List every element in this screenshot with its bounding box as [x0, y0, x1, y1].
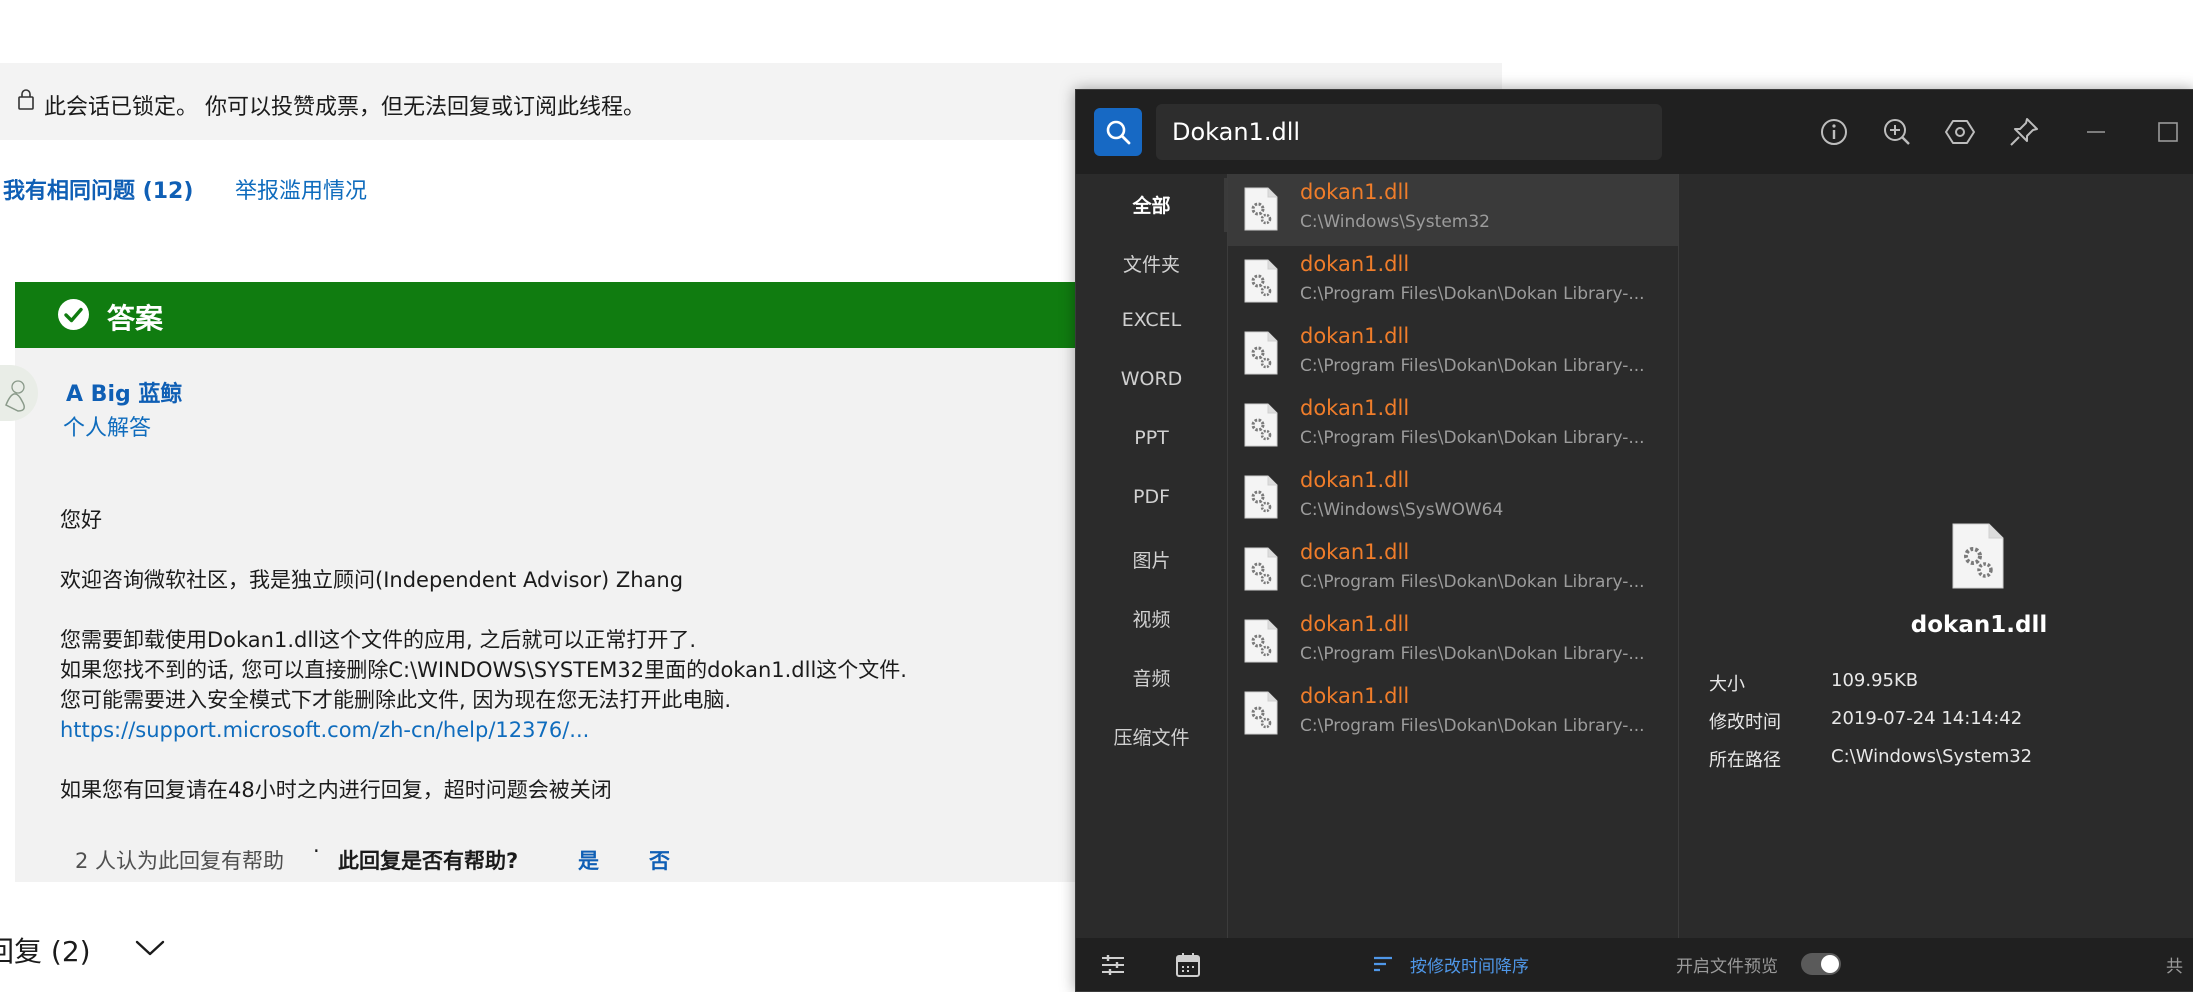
reply-line: 如果您找不到的话, 您可以直接删除C:\WINDOWS\SYSTEM32里面的d…: [60, 658, 907, 682]
list-item[interactable]: dokan1.dll C:\Windows\SysWOW64: [1228, 462, 1678, 534]
list-item[interactable]: dokan1.dll C:\Program Files\Dokan\Dokan …: [1228, 318, 1678, 390]
list-item[interactable]: dokan1.dll C:\Program Files\Dokan\Dokan …: [1228, 534, 1678, 606]
search-icon: [1106, 120, 1131, 145]
modified-label: 修改时间: [1709, 712, 1781, 733]
search-input[interactable]: Dokan1.dll: [1156, 104, 1662, 160]
result-name: dokan1.dll: [1300, 396, 1410, 420]
calendar-icon[interactable]: [1173, 950, 1203, 980]
result-name: dokan1.dll: [1300, 252, 1410, 276]
dll-file-icon: [1244, 475, 1278, 519]
preview-pane: dokan1.dll 大小 109.95KB 修改时间 2019-07-24 1…: [1679, 174, 2193, 938]
result-path: C:\Program Files\Dokan\Dokan Library-...: [1300, 572, 1645, 592]
file-search-window: Dokan1.dll 全部 文件夹 EXCEL WORD PPT PDF 图片 …: [1075, 89, 2193, 992]
preview-file-name: dokan1.dll: [1910, 612, 2048, 638]
preview-toggle[interactable]: [1801, 953, 1841, 975]
category-folder[interactable]: 文件夹: [1076, 250, 1227, 277]
list-item[interactable]: dokan1.dll C:\Program Files\Dokan\Dokan …: [1228, 246, 1678, 318]
helpful-question: 此回复是否有帮助?: [338, 849, 519, 873]
replies-heading[interactable]: 回复 (2): [0, 930, 91, 970]
size-label: 大小: [1709, 674, 1745, 695]
report-abuse-link[interactable]: 举报滥用情况: [235, 173, 367, 205]
result-name: dokan1.dll: [1300, 324, 1410, 348]
category-all[interactable]: 全部: [1076, 191, 1227, 218]
separator-dot: ·: [313, 839, 320, 863]
minimize-icon[interactable]: [2080, 116, 2112, 148]
category-sidebar: 全部 文件夹 EXCEL WORD PPT PDF 图片 视频 音频 压缩文件: [1076, 174, 1228, 938]
result-path: C:\Windows\SysWOW64: [1300, 500, 1504, 520]
list-item[interactable]: dokan1.dll C:\Windows\System32: [1228, 174, 1678, 246]
category-excel[interactable]: EXCEL: [1076, 309, 1227, 331]
maximize-icon[interactable]: [2152, 116, 2184, 148]
category-archive[interactable]: 压缩文件: [1076, 723, 1227, 750]
helpful-count: 2 人认为此回复有帮助: [75, 849, 285, 873]
search-button[interactable]: [1094, 108, 1142, 156]
dll-file-icon: [1244, 331, 1278, 375]
dll-file-icon: [1244, 547, 1278, 591]
dll-file-icon: [1244, 619, 1278, 663]
locked-thread-text: 此会话已锁定。 你可以投赞成票，但无法回复或订阅此线程。: [44, 95, 645, 120]
result-path: C:\Program Files\Dokan\Dokan Library-...: [1300, 716, 1645, 736]
dll-file-icon: [1244, 259, 1278, 303]
reply-line: 您可能需要进入安全模式下才能删除此文件, 因为现在您无法打开此电脑.: [60, 688, 732, 712]
result-name: dokan1.dll: [1300, 612, 1410, 636]
list-item[interactable]: dokan1.dll C:\Program Files\Dokan\Dokan …: [1228, 606, 1678, 678]
reply-line: 如果您有回复请在48小时之内进行回复，超时问题会被关闭: [60, 778, 612, 802]
result-path: C:\Program Files\Dokan\Dokan Library-...: [1300, 428, 1645, 448]
path-label: 所在路径: [1709, 750, 1781, 771]
helpful-no-button[interactable]: 否: [649, 845, 670, 875]
modified-value: 2019-07-24 14:14:42: [1831, 708, 2023, 729]
answer-title: 答案: [107, 302, 164, 335]
zoom-in-icon[interactable]: [1881, 116, 1913, 148]
result-path: C:\Windows\System32: [1300, 212, 1490, 232]
size-value: 109.95KB: [1831, 670, 1919, 691]
sort-icon[interactable]: [1372, 955, 1394, 973]
same-question-link[interactable]: 我有相同问题 (12): [3, 173, 193, 205]
chevron-down-icon[interactable]: [134, 938, 166, 958]
result-name: dokan1.dll: [1300, 468, 1410, 492]
dll-file-icon: [1244, 187, 1278, 231]
list-item[interactable]: dokan1.dll C:\Program Files\Dokan\Dokan …: [1228, 390, 1678, 462]
pin-icon[interactable]: [2008, 116, 2040, 148]
result-path: C:\Program Files\Dokan\Dokan Library-...: [1300, 644, 1645, 664]
status-bar: 按修改时间降序 开启文件预览 共: [1076, 938, 2193, 991]
dll-file-icon: [1952, 523, 2004, 589]
list-item[interactable]: dokan1.dll C:\Program Files\Dokan\Dokan …: [1228, 678, 1678, 750]
result-path: C:\Program Files\Dokan\Dokan Library-...: [1300, 284, 1645, 304]
category-image[interactable]: 图片: [1076, 546, 1227, 573]
results-list: dokan1.dll C:\Windows\System32 dokan1.dl…: [1228, 174, 1679, 938]
category-word[interactable]: WORD: [1076, 368, 1227, 390]
path-value[interactable]: C:\Windows\System32: [1831, 746, 2032, 767]
title-bar: Dokan1.dll: [1076, 90, 2193, 174]
reply-line: 您需要卸载使用Dokan1.dll这个文件的应用, 之后就可以正常打开了.: [60, 628, 697, 652]
toggle-knob: [1821, 955, 1839, 973]
sort-order-button[interactable]: 按修改时间降序: [1410, 952, 1529, 977]
support-link[interactable]: https://support.microsoft.com/zh-cn/help…: [60, 715, 907, 745]
category-ppt[interactable]: PPT: [1076, 427, 1227, 449]
info-icon[interactable]: [1818, 116, 1850, 148]
result-count-label: 共: [2166, 957, 2183, 977]
reply-line: 欢迎咨询微软社区，我是独立顾问(Independent Advisor) Zha…: [60, 568, 684, 592]
result-name: dokan1.dll: [1300, 180, 1410, 204]
author-name[interactable]: A Big 蓝鲸: [66, 376, 182, 408]
lock-icon: [18, 89, 34, 110]
reply-body: 您好 欢迎咨询微软社区，我是独立顾问(Independent Advisor) …: [60, 505, 907, 805]
category-pdf[interactable]: PDF: [1076, 486, 1227, 508]
preview-toggle-label: 开启文件预览: [1676, 957, 1778, 977]
category-video[interactable]: 视频: [1076, 605, 1227, 632]
checkmark-icon: [58, 299, 89, 330]
result-name: dokan1.dll: [1300, 684, 1410, 708]
settings-icon[interactable]: [1944, 116, 1976, 148]
result-name: dokan1.dll: [1300, 540, 1410, 564]
category-audio[interactable]: 音频: [1076, 664, 1227, 691]
filter-settings-icon[interactable]: [1098, 950, 1128, 980]
reply-line: 您好: [60, 508, 102, 532]
dll-file-icon: [1244, 691, 1278, 735]
dll-file-icon: [1244, 403, 1278, 447]
helpful-yes-button[interactable]: 是: [578, 845, 599, 875]
author-role: 个人解答: [63, 416, 152, 441]
result-path: C:\Program Files\Dokan\Dokan Library-...: [1300, 356, 1645, 376]
